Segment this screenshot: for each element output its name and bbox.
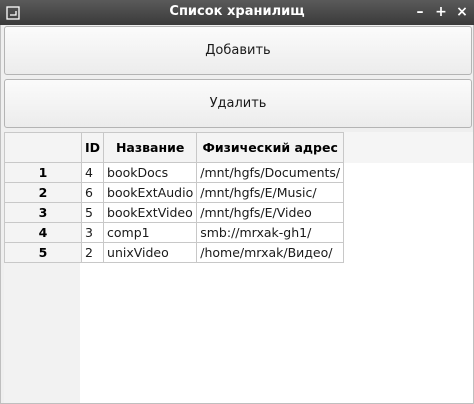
cell-path[interactable]: /home/mrxak/Видео/ [196, 242, 345, 263]
cell-path[interactable]: /mnt/hgfs/E/Music/ [196, 182, 345, 203]
storage-table-area[interactable]: ID Название Физический адрес 1 4 bookDoc… [4, 132, 473, 403]
table-row[interactable]: 2 6 bookExtAudio /mnt/hgfs/E/Music/ [4, 182, 345, 203]
row-header[interactable]: 2 [4, 182, 82, 203]
cell-id[interactable]: 4 [80, 162, 105, 183]
row-header[interactable]: 1 [4, 162, 82, 183]
cell-name[interactable]: bookExtVideo [103, 202, 198, 223]
cell-id[interactable]: 3 [80, 222, 105, 243]
storage-table: ID Название Физический адрес 1 4 bookDoc… [4, 132, 345, 263]
cell-name[interactable]: comp1 [103, 222, 198, 243]
window-content: Добавить Удалить ID Название Физический … [0, 25, 474, 404]
window-title: Список хранилищ [169, 4, 305, 19]
table-row[interactable]: 3 5 bookExtVideo /mnt/hgfs/E/Video [4, 202, 345, 223]
cell-name[interactable]: bookExtAudio [103, 182, 198, 203]
table-row[interactable]: 5 2 unixVideo /home/mrxak/Видео/ [4, 242, 345, 263]
cell-id[interactable]: 6 [80, 182, 105, 203]
maximize-icon[interactable]: + [432, 3, 450, 21]
cell-path[interactable]: smb://mrxak-gh1/ [196, 222, 345, 243]
row-header[interactable]: 5 [4, 242, 82, 263]
delete-button[interactable]: Удалить [4, 79, 472, 128]
cell-name[interactable]: unixVideo [103, 242, 198, 263]
table-row[interactable]: 4 3 comp1 smb://mrxak-gh1/ [4, 222, 345, 243]
row-header[interactable]: 3 [4, 202, 82, 223]
close-icon[interactable]: × [453, 3, 471, 21]
cell-id[interactable]: 5 [80, 202, 105, 223]
row-header[interactable]: 4 [4, 222, 82, 243]
cell-path[interactable]: /mnt/hgfs/Documents/ [196, 162, 345, 183]
column-header-id[interactable]: ID [80, 132, 105, 163]
table-row[interactable]: 1 4 bookDocs /mnt/hgfs/Documents/ [4, 162, 345, 183]
table-header-row: ID Название Физический адрес [4, 132, 345, 163]
cell-id[interactable]: 2 [80, 242, 105, 263]
cell-name[interactable]: bookDocs [103, 162, 198, 183]
title-bar: Список хранилищ – + × [0, 0, 474, 25]
cell-path[interactable]: /mnt/hgfs/E/Video [196, 202, 345, 223]
corner-button[interactable] [4, 132, 82, 163]
column-header-path[interactable]: Физический адрес [196, 132, 345, 163]
column-header-name[interactable]: Название [103, 132, 198, 163]
add-button[interactable]: Добавить [4, 26, 472, 75]
minimize-icon[interactable]: – [411, 3, 429, 21]
